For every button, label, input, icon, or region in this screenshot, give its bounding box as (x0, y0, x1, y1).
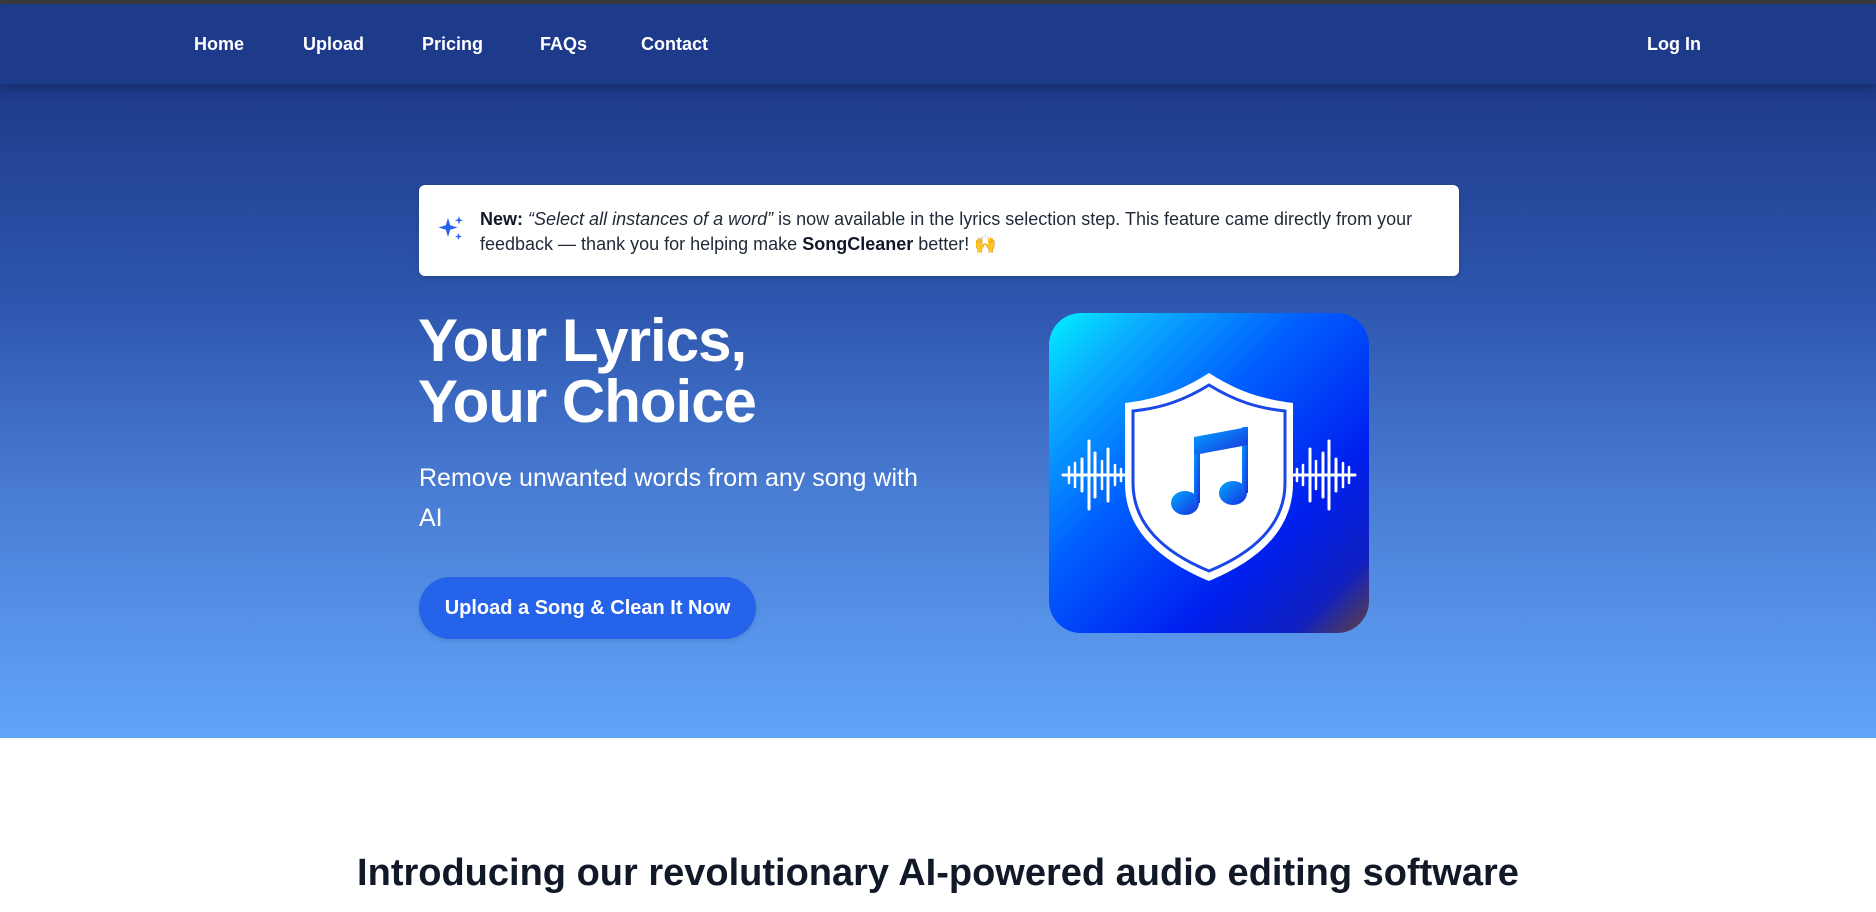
nav-upload-link[interactable]: Upload (303, 34, 364, 55)
hero-subtitle: Remove unwanted words from any song with… (419, 464, 918, 532)
nav-contact-link[interactable]: Contact (641, 34, 708, 55)
announcement-brand: SongCleaner (802, 234, 914, 254)
announcement-text: New: “Select all instances of a word” is… (480, 207, 1440, 257)
shield-music-note-icon (1061, 373, 1357, 581)
announcement-banner: New: “Select all instances of a word” is… (419, 185, 1459, 276)
login-link[interactable]: Log In (1647, 34, 1701, 55)
app-logo (1049, 313, 1369, 633)
sparkle-icon (438, 216, 464, 240)
nav-home-link[interactable]: Home (194, 34, 244, 55)
announcement-feature: “Select all instances of a word” (528, 209, 774, 229)
hero-title-line-1: Your Lyrics, (418, 307, 747, 374)
upload-song-button[interactable]: Upload a Song & Clean It Now (419, 577, 756, 639)
hero-title-line-2: Your Choice (418, 368, 757, 435)
intro-heading: Introducing our revolutionary AI-powered… (357, 852, 1519, 894)
nav-faqs-link[interactable]: FAQs (540, 34, 587, 55)
announcement-body-2: better! 🙌 (913, 234, 997, 254)
hero-title: Your Lyrics, Your Choice (418, 307, 757, 435)
nav-pricing-link[interactable]: Pricing (422, 34, 483, 55)
hero-section (0, 84, 1876, 738)
top-navbar: Home Upload Pricing FAQs Contact Log In (0, 4, 1876, 84)
announcement-prefix: New: (480, 209, 524, 229)
